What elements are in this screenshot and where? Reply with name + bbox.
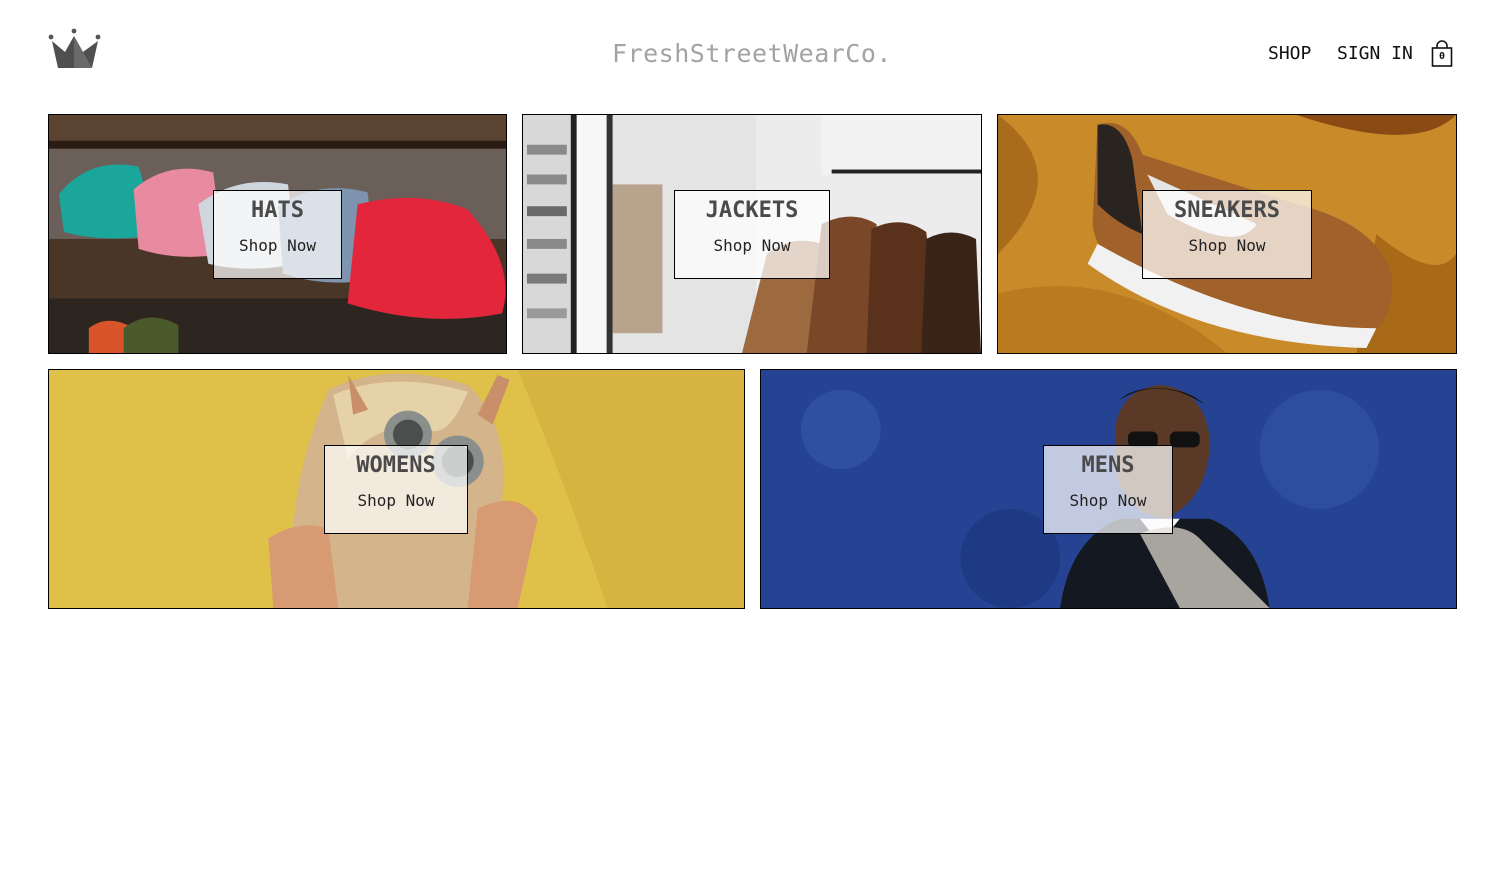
nav-shop-link[interactable]: SHOP	[1268, 43, 1311, 64]
category-label-jackets[interactable]: JACKETS Shop Now	[674, 190, 830, 279]
category-label-sneakers[interactable]: SNEAKERS Shop Now	[1142, 190, 1312, 279]
category-tile-jackets[interactable]: JACKETS Shop Now	[522, 114, 982, 354]
nav-sign-in-link[interactable]: SIGN IN	[1337, 43, 1413, 64]
cart-button[interactable]: 0	[1430, 40, 1454, 68]
category-tile-hats[interactable]: HATS Shop Now	[48, 114, 507, 354]
category-title: HATS	[251, 198, 304, 223]
category-label-hats[interactable]: HATS Shop Now	[213, 190, 342, 279]
site-header: FreshStreetWearCo. SHOP SIGN IN 0	[0, 0, 1504, 110]
category-title: MENS	[1081, 453, 1135, 478]
shop-now-link[interactable]: Shop Now	[1044, 491, 1172, 510]
category-label-mens[interactable]: MENS Shop Now	[1043, 445, 1173, 534]
category-tile-womens[interactable]: WOMENS Shop Now	[48, 369, 745, 609]
cart-count: 0	[1438, 51, 1446, 62]
shop-now-link[interactable]: Shop Now	[675, 236, 829, 255]
shop-now-link[interactable]: Shop Now	[1143, 236, 1311, 255]
shop-now-link[interactable]: Shop Now	[214, 236, 341, 255]
category-tile-mens[interactable]: MENS Shop Now	[760, 369, 1457, 609]
shop-now-link[interactable]: Shop Now	[325, 491, 467, 510]
category-title: SNEAKERS	[1174, 198, 1280, 223]
category-tile-sneakers[interactable]: SNEAKERS Shop Now	[997, 114, 1457, 354]
category-label-womens[interactable]: WOMENS Shop Now	[324, 445, 468, 534]
category-title: JACKETS	[705, 198, 799, 223]
category-title: WOMENS	[356, 453, 436, 478]
